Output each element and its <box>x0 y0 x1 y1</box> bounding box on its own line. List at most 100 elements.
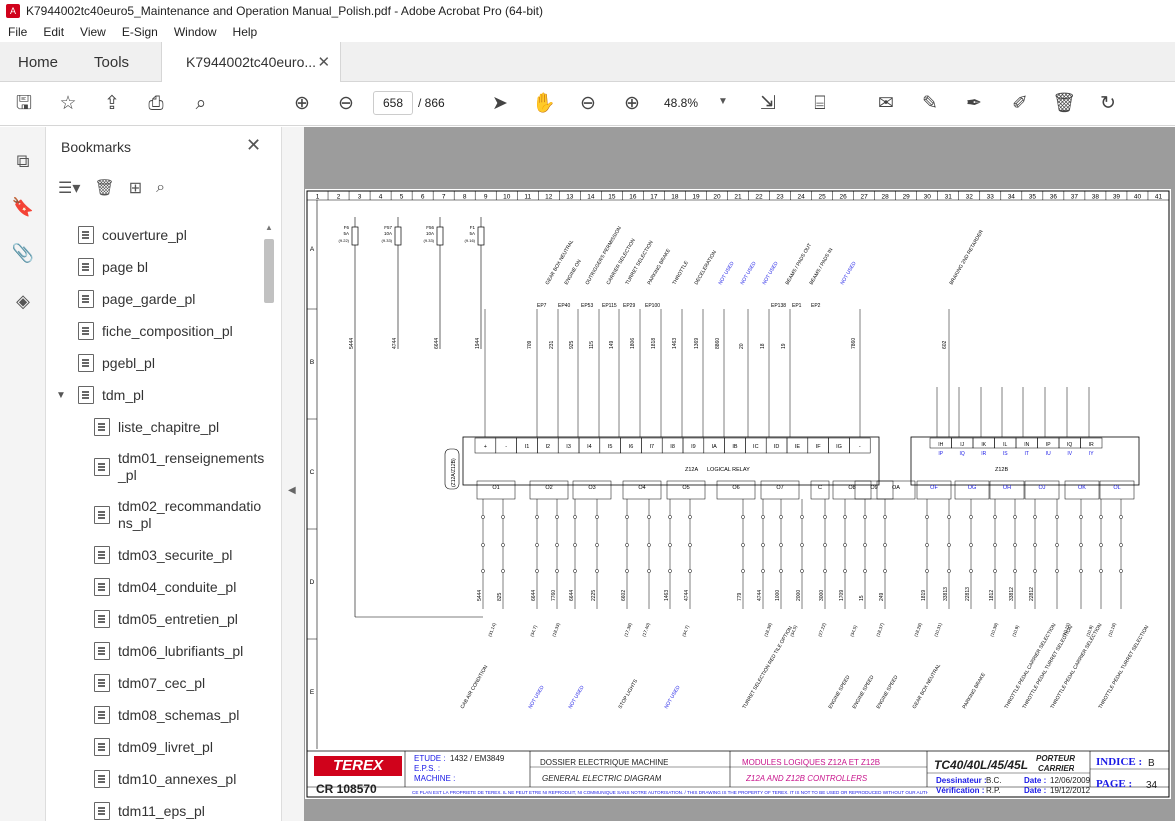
bookmark-item[interactable]: tdm01_renseignements_pl <box>46 443 266 491</box>
column-number: 27 <box>861 194 869 201</box>
tab-bar: Home Tools K7944002tc40euro... ✕ <box>0 42 1175 82</box>
layers-icon[interactable]: ◈ <box>11 289 35 313</box>
contact-point <box>535 569 539 573</box>
bookmark-page-icon <box>94 802 110 820</box>
column-number: 40 <box>1134 194 1142 201</box>
contact-point <box>779 543 783 547</box>
contact-point <box>501 515 505 519</box>
delete-icon[interactable]: 🗑 <box>1052 92 1076 116</box>
edit-pdf-icon[interactable]: ✐ <box>1008 92 1032 116</box>
tab-tools[interactable]: Tools <box>76 42 147 82</box>
bookmark-item[interactable]: tdm07_cec_pl <box>46 667 266 699</box>
cross-reference: (10.39) <box>989 622 999 638</box>
column-number: 35 <box>1029 194 1037 201</box>
zoom-chevron-icon[interactable]: ▼ <box>718 96 728 107</box>
search-zoom-icon[interactable]: ⌕ <box>189 92 213 116</box>
next-page-icon[interactable]: ⊖ <box>334 92 358 116</box>
page-thumbnails-icon[interactable]: ⧉ <box>11 149 35 173</box>
tab-home[interactable]: Home <box>0 42 76 82</box>
new-bookmark-icon[interactable]: ⊞ <box>129 178 142 198</box>
save-icon[interactable]: 🖫 <box>12 92 36 116</box>
contact-point <box>800 515 804 519</box>
contact-point <box>1099 515 1103 519</box>
print-icon[interactable]: ⎙ <box>144 92 168 116</box>
menu-window[interactable]: Window <box>166 25 225 39</box>
bookmark-item[interactable]: pgebl_pl <box>46 347 266 379</box>
bookmark-icon[interactable]: 🔖 <box>11 195 35 219</box>
input-tag: EP7 <box>537 303 547 309</box>
panel-collapse-handle[interactable]: ◀ <box>282 127 304 821</box>
comment-icon[interactable]: ✉ <box>874 92 898 116</box>
bookmark-item[interactable]: tdm08_schemas_pl <box>46 699 266 731</box>
rotate-icon[interactable]: ↻ <box>1096 92 1120 116</box>
contact-point <box>1055 543 1059 547</box>
bookmarks-scrollbar[interactable] <box>264 239 274 303</box>
tab-document[interactable]: K7944002tc40euro... ✕ <box>161 42 342 82</box>
close-panel-icon[interactable]: ✕ <box>246 135 261 156</box>
delete-bookmark-icon[interactable]: 🗑 <box>94 178 114 198</box>
hand-tool-icon[interactable]: ✋ <box>532 92 556 116</box>
menu-view[interactable]: View <box>72 25 114 39</box>
prev-page-icon[interactable]: ⊕ <box>290 92 314 116</box>
verification-label: Vérification : <box>936 786 985 795</box>
bookmark-item[interactable]: liste_chapitre_pl <box>46 411 266 443</box>
column-number: 19 <box>692 194 700 201</box>
bookmark-page-icon <box>78 354 94 372</box>
zoom-out-icon[interactable]: ⊖ <box>576 92 600 116</box>
wire-number-bottom: 1819 <box>921 590 927 601</box>
page-value: 34 <box>1146 780 1158 791</box>
bottom-signal-label: TURRET SELECTION RED TILE OPTION <box>742 625 795 710</box>
contact-point <box>969 515 973 519</box>
bottom-signal-label: ENGINE SPEED <box>852 674 876 710</box>
bookmark-item-tdm[interactable]: ▼ tdm_pl <box>46 379 266 411</box>
page-number-input[interactable]: 658 <box>373 91 413 115</box>
wire-number: 8860 <box>715 338 721 349</box>
bookmark-item[interactable]: tdm06_lubrifiants_pl <box>46 635 266 667</box>
scroll-up-icon[interactable]: ▲ <box>265 223 273 232</box>
menu-esign[interactable]: E-Sign <box>114 25 166 39</box>
star-icon[interactable]: ☆ <box>56 92 80 116</box>
scroll-mode-icon[interactable]: ⌸ <box>808 92 832 116</box>
modules-fr: MODULES LOGIQUES Z12A ET Z12B <box>742 758 881 767</box>
bookmark-item[interactable]: tdm05_entretien_pl <box>46 603 266 635</box>
input-tag: EP53 <box>581 303 593 309</box>
input-tag: EP1 <box>792 303 802 309</box>
bookmark-item[interactable]: tdm02_recommandations_pl <box>46 491 266 539</box>
bookmark-item[interactable]: couverture_pl <box>46 219 266 251</box>
bookmark-page-icon <box>94 674 110 692</box>
highlight-icon[interactable]: ✎ <box>918 92 942 116</box>
bookmark-item[interactable]: tdm10_annexes_pl <box>46 763 266 795</box>
bookmark-item[interactable]: tdm09_livret_pl <box>46 731 266 763</box>
zoom-level[interactable]: 48.8% <box>664 91 724 115</box>
attachment-icon[interactable]: 📎 <box>11 241 35 265</box>
bookmark-item[interactable]: tdm04_conduite_pl <box>46 571 266 603</box>
bookmark-item[interactable]: tdm03_securite_pl <box>46 539 266 571</box>
menu-file[interactable]: File <box>0 25 35 39</box>
top-signal-label: NOT USED <box>840 260 858 286</box>
contact-point <box>668 569 672 573</box>
wire-number: 1944 <box>475 338 481 349</box>
menu-help[interactable]: Help <box>225 25 266 39</box>
bookmark-item[interactable]: page_garde_pl <box>46 283 266 315</box>
contact-point <box>843 569 847 573</box>
select-cursor-icon[interactable]: ➤ <box>488 92 512 116</box>
find-bookmark-icon[interactable]: ⌕ <box>156 179 165 197</box>
bookmark-item[interactable]: fiche_composition_pl <box>46 315 266 347</box>
sign-icon[interactable]: ✒ <box>962 92 986 116</box>
fit-page-icon[interactable]: ⇲ <box>756 92 780 116</box>
pdf-page[interactable]: 1 2 3 4 5 6 7 8 9 10 11 12 13 14 15 16 17 18 19 20 21 22 23 24 2… <box>305 189 1171 799</box>
upload-icon[interactable]: ⇪ <box>100 92 124 116</box>
contact-point <box>1055 569 1059 573</box>
contact-point <box>947 515 951 519</box>
zoom-in-icon[interactable]: ⊕ <box>620 92 644 116</box>
bottom-signal-label: NOT USED <box>528 684 546 710</box>
close-tab-icon[interactable]: ✕ <box>317 53 330 71</box>
contact-point <box>1013 543 1017 547</box>
chevron-down-icon[interactable]: ▼ <box>56 390 66 401</box>
menu-edit[interactable]: Edit <box>35 25 72 39</box>
contact-point <box>1099 543 1103 547</box>
bookmark-item[interactable]: tdm11_eps_pl <box>46 795 266 827</box>
wire-number: 925 <box>569 340 575 349</box>
bookmark-item[interactable]: page bl <box>46 251 266 283</box>
options-icon[interactable]: ☰▾ <box>58 178 80 198</box>
